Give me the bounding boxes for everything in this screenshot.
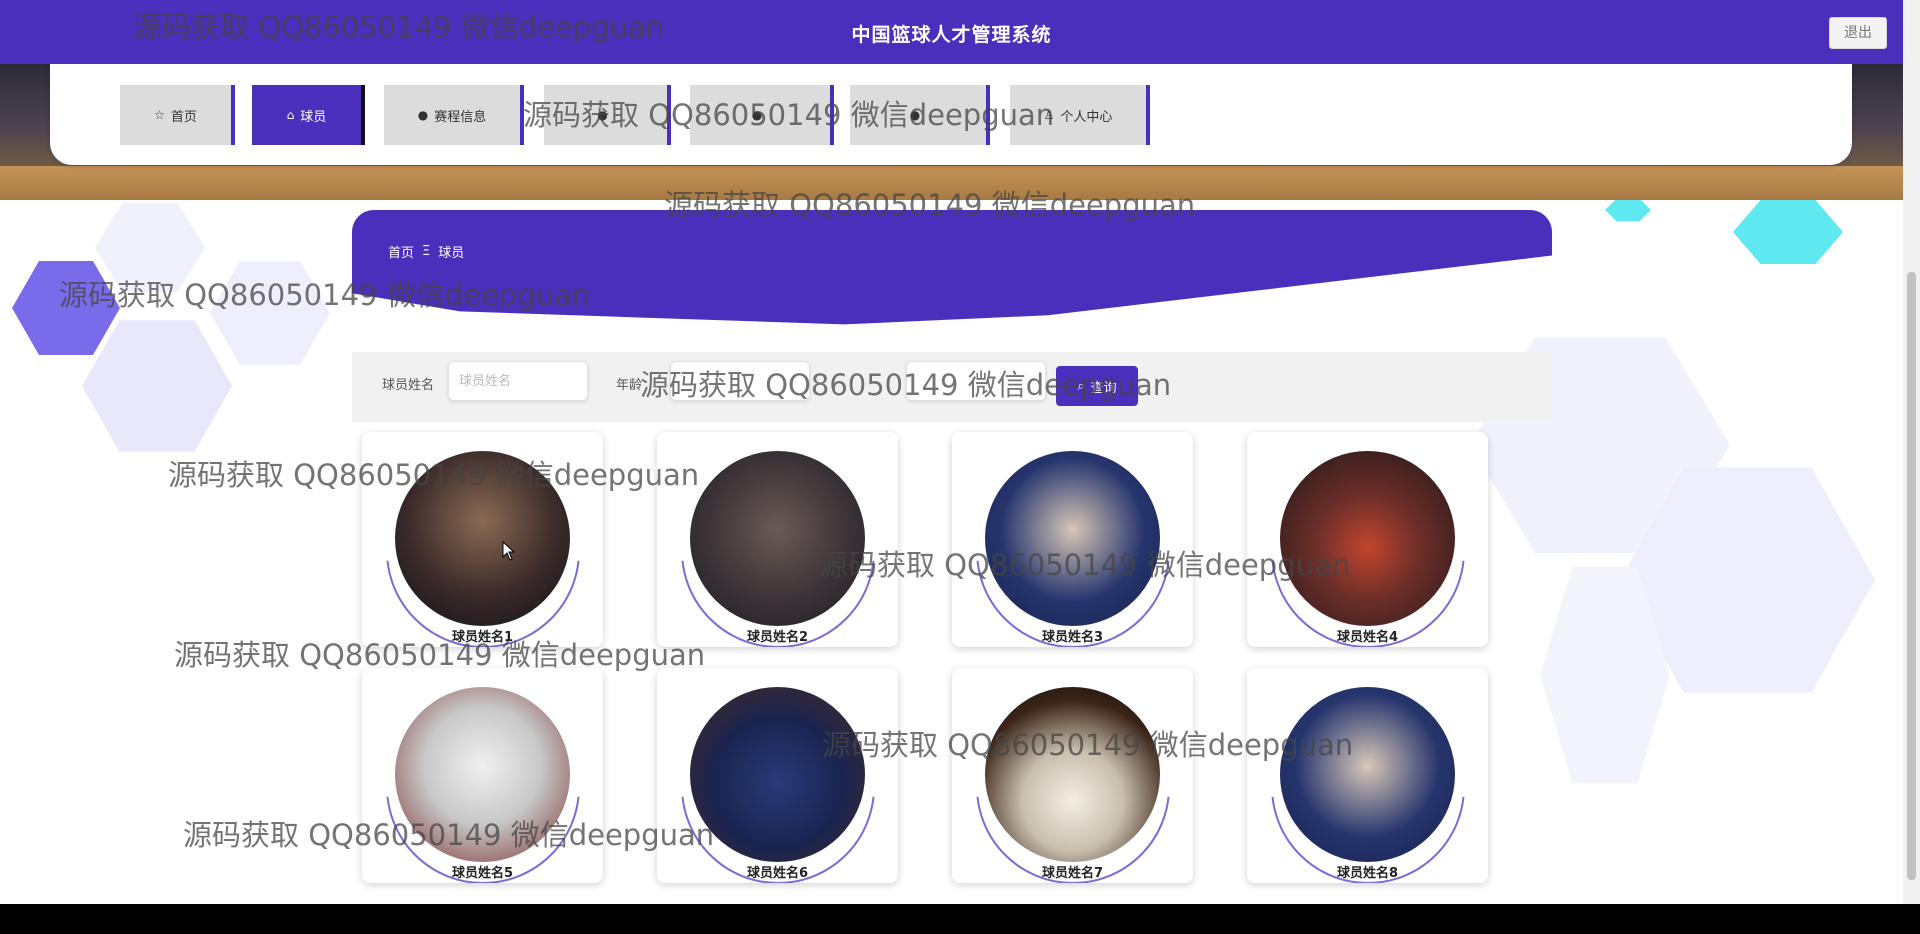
scrollbar-thumb[interactable] [1907, 272, 1916, 880]
info-icon: ● [417, 108, 429, 122]
age-label: 年龄 [616, 378, 643, 393]
player-card[interactable]: 球员姓名3 [952, 432, 1193, 647]
info-icon: ● [751, 108, 763, 122]
player-photo [395, 687, 570, 862]
search-bar: 球员姓名 年龄 ⌕ 查询 [352, 352, 1552, 422]
player-photo [395, 451, 570, 626]
player-name: 球员姓名4 [1336, 630, 1399, 645]
nav-label: 赛程信息 [434, 109, 487, 125]
nav-item-4[interactable]: ● [544, 85, 671, 145]
player-name: 球员姓名7 [1041, 866, 1104, 881]
nav-label: 个人中心 [1060, 109, 1113, 125]
player-name-label: 球员姓名 [382, 378, 435, 393]
decor-hexagon [12, 261, 120, 355]
decor-hexagon [1733, 200, 1843, 264]
nav-item-6[interactable]: ● [850, 85, 990, 145]
player-name: 球员姓名3 [1041, 630, 1104, 645]
court-floor [0, 166, 1903, 200]
player-photo [985, 687, 1160, 862]
player-name-input[interactable] [448, 361, 588, 401]
player-card[interactable]: 球员姓名8 [1247, 668, 1488, 883]
breadcrumb-separator: Ξ [422, 244, 431, 259]
app-title: 中国篮球人才管理系统 [851, 24, 1052, 46]
player-name: 球员姓名8 [1336, 866, 1399, 881]
logout-button[interactable]: 退出 [1829, 17, 1887, 49]
player-photo [1280, 687, 1455, 862]
breadcrumb-band [352, 210, 1552, 325]
player-name: 球员姓名5 [451, 866, 514, 881]
nav-label: 球员 [300, 109, 327, 125]
player-card[interactable]: 球员姓名5 [362, 668, 603, 883]
nav-item-5[interactable]: ● [690, 85, 834, 145]
breadcrumb-current: 球员 [438, 246, 465, 261]
mouse-cursor-icon [502, 541, 516, 561]
breadcrumb-home[interactable]: 首页 [388, 242, 414, 261]
player-photo [690, 687, 865, 862]
bottom-bar [0, 904, 1920, 934]
top-header: 中国篮球人才管理系统 退出 [0, 0, 1903, 64]
nav-item-home[interactable]: ☆ 首页 [120, 85, 235, 145]
player-name: 球员姓名1 [451, 630, 514, 645]
info-icon: ● [597, 108, 608, 122]
player-name: 球员姓名6 [746, 866, 809, 881]
decor-hexagon [95, 202, 205, 293]
user-icon: ♙ [1043, 108, 1055, 122]
search-button-label: 查询 [1090, 379, 1117, 395]
player-photo [690, 451, 865, 626]
age-input[interactable] [670, 361, 810, 401]
decor-hexagon [82, 320, 232, 452]
nav-item-profile[interactable]: ♙ 个人中心 [1010, 85, 1150, 145]
nav-label: 首页 [170, 109, 197, 125]
decor-hexagon [1605, 198, 1651, 222]
nav-panel: ☆ 首页 ⌂ 球员 ● 赛程信息 ● ● ● ♙ 个人中心 [50, 64, 1852, 165]
search-button[interactable]: ⌕ 查询 [1056, 366, 1138, 406]
player-card[interactable]: 球员姓名7 [952, 668, 1193, 883]
info-icon: ● [909, 108, 921, 122]
player-card[interactable]: 球员姓名2 [657, 432, 898, 647]
player-card[interactable]: 球员姓名1 [362, 432, 603, 647]
field3-input[interactable] [906, 361, 1046, 401]
player-photo [985, 451, 1160, 626]
bag-icon: ⌂ [286, 108, 295, 122]
search-icon: ⌕ [1077, 378, 1085, 393]
decor-hexagon [210, 261, 330, 365]
player-name: 球员姓名2 [746, 630, 809, 645]
breadcrumb: 首页 Ξ 球员 [388, 242, 464, 261]
player-photo [1280, 451, 1455, 626]
nav-item-players[interactable]: ⌂ 球员 [252, 85, 365, 145]
player-card[interactable]: 球员姓名4 [1247, 432, 1488, 647]
star-icon: ☆ [154, 108, 165, 122]
nav-item-schedule[interactable]: ● 赛程信息 [384, 85, 524, 145]
player-card[interactable]: 球员姓名6 [657, 668, 898, 883]
